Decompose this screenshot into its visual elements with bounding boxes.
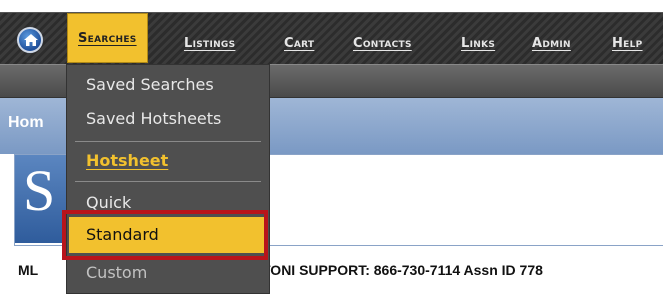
menu-contacts[interactable]: Contacts (353, 25, 412, 63)
dropdown-divider (75, 181, 261, 182)
menu-admin[interactable]: Admin (532, 25, 571, 63)
page-title: Hom (8, 114, 44, 131)
dropdown-item-saved-searches[interactable]: Saved Searches (86, 75, 214, 94)
dropdown-item-saved-hotsheets[interactable]: Saved Hotsheets (86, 109, 221, 128)
menu-searches[interactable]: Searches (67, 13, 148, 63)
dropdown-item-custom[interactable]: Custom (86, 263, 147, 282)
brand-logo-letter: S (23, 158, 56, 223)
menu-cart[interactable]: Cart (284, 25, 314, 63)
support-text-left: ML (18, 262, 39, 278)
dropdown-divider (75, 141, 261, 142)
menu-listings[interactable]: Listings (184, 25, 235, 63)
menu-links[interactable]: Links (461, 25, 495, 63)
dropdown-item-hotsheet[interactable]: Hotsheet (86, 151, 168, 170)
home-button[interactable] (17, 27, 43, 53)
top-strip (0, 0, 663, 12)
support-text-right: TONI SUPPORT: 866-730-7114 Assn ID 778 (262, 262, 543, 278)
annotation-highlight-box (62, 210, 268, 260)
menu-help[interactable]: Help (612, 25, 643, 63)
main-navbar: Searches Listings Cart Contacts Links Ad… (0, 12, 663, 65)
home-icon (24, 34, 38, 46)
